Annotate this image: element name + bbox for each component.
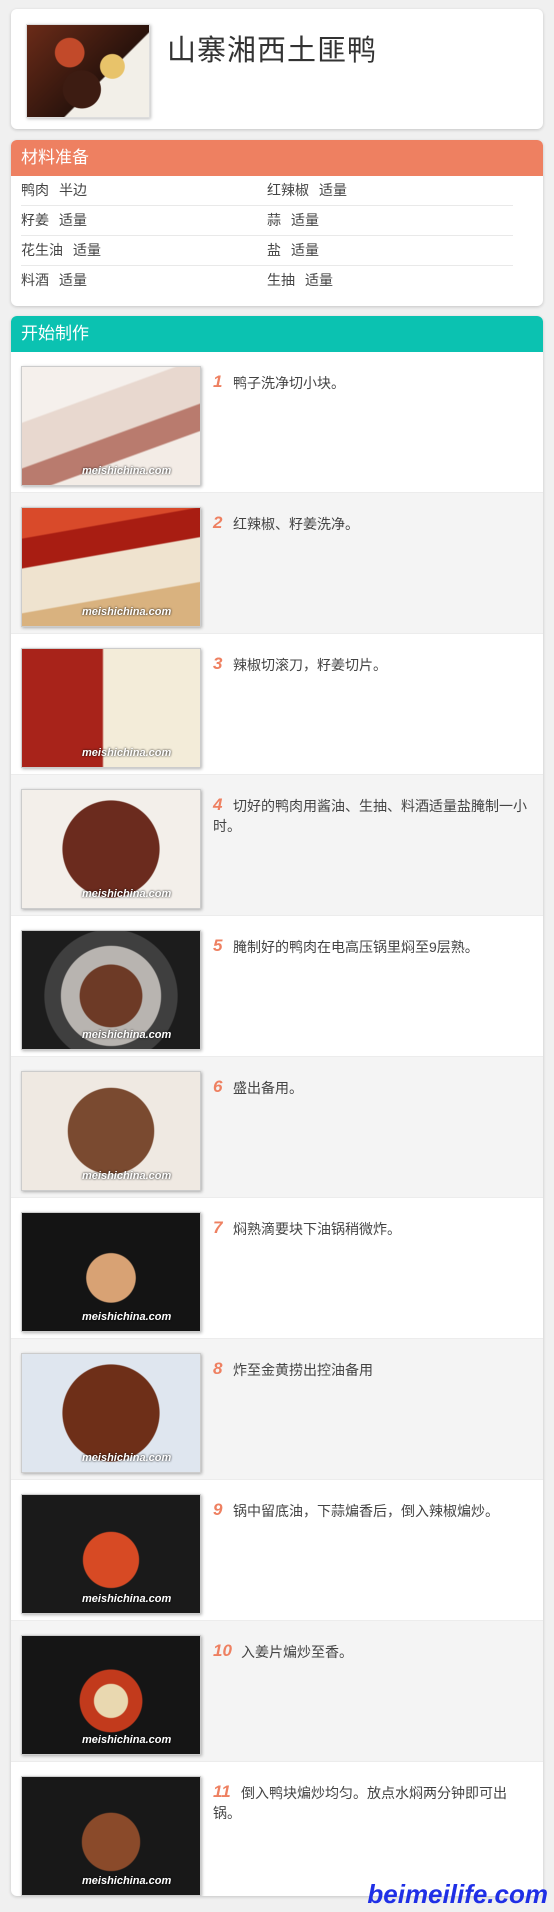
ingredient-amount: 适量	[59, 212, 87, 228]
ingredient-item: 盐适量	[267, 236, 513, 265]
step-description: 红辣椒、籽姜洗净。	[233, 516, 359, 532]
step-item: meishichina.com 1 鸭子洗净切小块。	[11, 352, 543, 493]
ingredient-name: 花生油	[21, 242, 63, 258]
step-photo[interactable]: meishichina.com	[21, 1212, 201, 1332]
step-description: 鸭子洗净切小块。	[233, 375, 345, 391]
photo-watermark: meishichina.com	[82, 888, 172, 900]
ingredient-item: 鸭肉 半边	[21, 176, 267, 205]
ingredient-name: 蒜	[267, 212, 281, 228]
step-item: meishichina.com 5 腌制好的鸭肉在电高压锅里焖至9层熟。	[11, 916, 543, 1057]
ingredient-name: 籽姜	[21, 212, 49, 228]
step-item: meishichina.com 9 锅中留底油，下蒜煸香后，倒入辣椒煸炒。	[11, 1480, 543, 1621]
photo-watermark: meishichina.com	[82, 1029, 172, 1041]
ingredient-amount: 半边	[59, 182, 87, 198]
ingredient-amount: 适量	[319, 182, 347, 198]
ingredient-name: 料酒	[21, 272, 49, 288]
step-photo[interactable]: meishichina.com	[21, 366, 201, 486]
ingredients-list: 鸭肉半边 红辣椒适量 籽姜适量 蒜适量 花生油适量 盐适量 料酒适量	[11, 176, 543, 295]
step-item: meishichina.com 3 辣椒切滚刀，籽姜切片。	[11, 634, 543, 775]
photo-watermark: meishichina.com	[82, 1734, 172, 1746]
recipe-title: 山寨湘西土匪鸭	[167, 35, 378, 67]
ingredient-item: 蒜适量	[267, 206, 513, 235]
ingredient-amount: 适量	[59, 272, 87, 288]
ingredient-row: 料酒 适量 生抽 适量	[21, 266, 513, 295]
ingredient-name: 红辣椒	[267, 182, 309, 198]
step-photo[interactable]: meishichina.com	[21, 1071, 201, 1191]
steps-card: 开始制作 meishichina.com 1 鸭子洗净切小块。 meishich…	[11, 316, 543, 1896]
step-description: 倒入鸭块煸炒均匀。放点水焖两分钟即可出锅。	[213, 1785, 507, 1821]
ingredient-row: 鸭肉 半边 红辣椒 适量	[21, 176, 513, 206]
ingredients-card: 材料准备 鸭肉 半边 红辣椒 适量 籽姜 适量 蒜适量 花生油 适量 盐适量 料…	[11, 140, 543, 306]
step-photo[interactable]: meishichina.com	[21, 1494, 201, 1614]
recipe-title-card: 山寨湘西土匪鸭	[11, 9, 543, 129]
step-item: meishichina.com 11 倒入鸭块煸炒均匀。放点水焖两分钟即可出锅。	[11, 1762, 543, 1896]
ingredient-item: 籽姜 适量	[21, 206, 267, 235]
step-description: 焖熟滴要块下油锅稍微炸。	[233, 1221, 401, 1237]
photo-watermark: meishichina.com	[82, 606, 172, 618]
ingredient-name: 盐	[267, 242, 281, 258]
recipe-cover-image[interactable]	[26, 24, 150, 118]
ingredient-item: 生抽 适量	[267, 266, 513, 295]
ingredients-header: 材料准备	[11, 140, 543, 176]
step-photo[interactable]: meishichina.com	[21, 1635, 201, 1755]
step-item: meishichina.com 10 入姜片煸炒至香。	[11, 1621, 543, 1762]
photo-watermark: meishichina.com	[82, 465, 172, 477]
ingredient-amount: 适量	[305, 272, 333, 288]
step-description: 切好的鸭肉用酱油、生抽、料酒适量盐腌制一小时。	[213, 798, 527, 834]
photo-watermark: meishichina.com	[82, 1593, 172, 1605]
step-description: 入姜片煸炒至香。	[241, 1644, 353, 1660]
ingredient-amount: 适量	[291, 212, 319, 228]
step-description: 辣椒切滚刀，籽姜切片。	[233, 657, 387, 673]
step-photo[interactable]: meishichina.com	[21, 648, 201, 768]
step-description: 腌制好的鸭肉在电高压锅里焖至9层熟。	[233, 939, 479, 955]
step-photo[interactable]: meishichina.com	[21, 789, 201, 909]
step-photo[interactable]: meishichina.com	[21, 930, 201, 1050]
ingredient-item: 料酒 适量	[21, 266, 267, 295]
step-photo[interactable]: meishichina.com	[21, 507, 201, 627]
photo-watermark: meishichina.com	[82, 1452, 172, 1464]
ingredient-name: 生抽	[267, 272, 295, 288]
ingredient-item: 红辣椒 适量	[267, 176, 513, 205]
ingredient-amount: 适量	[73, 242, 101, 258]
ingredient-name: 鸭肉	[21, 182, 49, 198]
steps-header: 开始制作	[11, 316, 543, 352]
photo-watermark: meishichina.com	[82, 747, 172, 759]
ingredient-item: 花生油 适量	[21, 236, 267, 265]
step-item: meishichina.com 6 盛出备用。	[11, 1057, 543, 1198]
step-item: meishichina.com 2 红辣椒、籽姜洗净。	[11, 493, 543, 634]
step-description: 锅中留底油，下蒜煸香后，倒入辣椒煸炒。	[233, 1503, 499, 1519]
photo-watermark: meishichina.com	[82, 1875, 172, 1887]
step-description: 炸至金黄捞出控油备用	[233, 1362, 373, 1378]
step-photo[interactable]: meishichina.com	[21, 1353, 201, 1473]
step-item: meishichina.com 4 切好的鸭肉用酱油、生抽、料酒适量盐腌制一小时…	[11, 775, 543, 916]
ingredient-row: 籽姜 适量 蒜适量	[21, 206, 513, 236]
step-item: meishichina.com 7 焖熟滴要块下油锅稍微炸。	[11, 1198, 543, 1339]
step-photo[interactable]: meishichina.com	[21, 1776, 201, 1896]
ingredient-amount: 适量	[291, 242, 319, 258]
step-item: meishichina.com 8 炸至金黄捞出控油备用	[11, 1339, 543, 1480]
photo-watermark: meishichina.com	[82, 1311, 172, 1323]
site-watermark: beimeilife.com	[367, 1879, 548, 1909]
step-description: 盛出备用。	[233, 1080, 303, 1096]
ingredient-row: 花生油 适量 盐适量	[21, 236, 513, 266]
photo-watermark: meishichina.com	[82, 1170, 172, 1182]
